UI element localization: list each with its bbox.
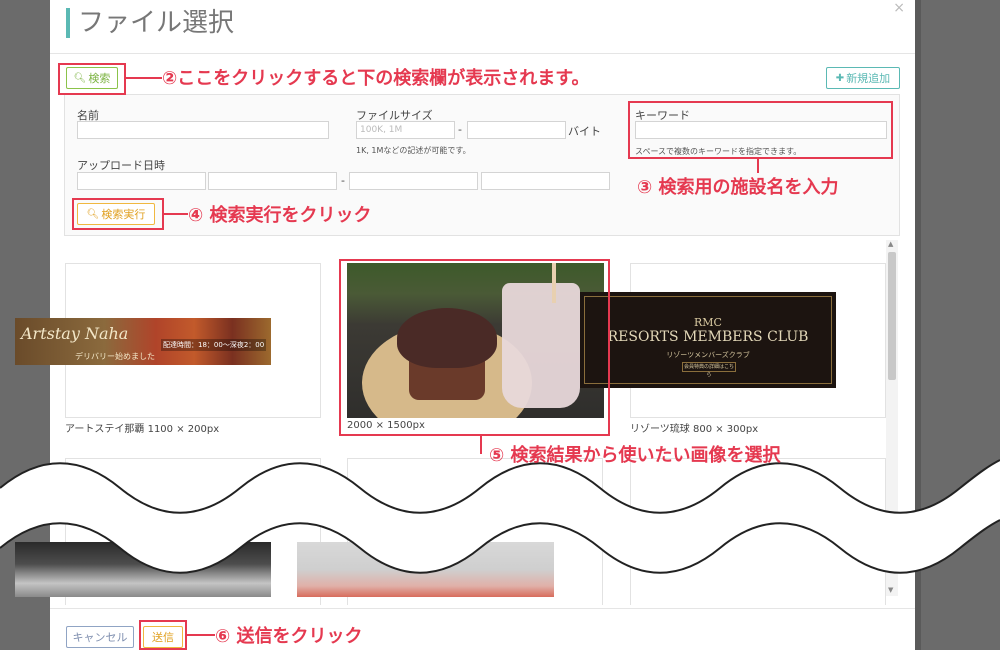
scroll-thumb[interactable]	[888, 252, 896, 380]
backdrop-right	[915, 0, 1000, 650]
result-thumbnail[interactable]	[297, 542, 554, 597]
artstay-sub: デリバリー始めました	[75, 352, 155, 361]
add-new-button[interactable]: ✚ 新規追加	[826, 67, 900, 89]
rmc-jp: リゾーツメンバーズクラブ	[666, 351, 750, 359]
annotation-box-send	[139, 620, 187, 650]
result-caption: ソ	[700, 506, 710, 517]
backdrop-edge	[915, 0, 921, 650]
upload-time-to-input[interactable]	[481, 172, 610, 190]
annotation-step-6: ⑥ 送信をクリック	[215, 626, 363, 647]
annotation-box-exec	[72, 198, 164, 230]
upload-date-from-input[interactable]	[77, 172, 206, 190]
filesize-note: 1K, 1Mなどの記述が可能です。	[356, 146, 471, 155]
result-caption: アートステイ那覇 1100 × 200px	[65, 424, 220, 435]
scroll-down-icon[interactable]: ▼	[888, 586, 893, 594]
upload-time-from-input[interactable]	[208, 172, 337, 190]
upload-date-label: アップロード日時	[77, 159, 165, 172]
artstay-brand: Artstay Naha	[21, 324, 129, 343]
artstay-banner[interactable]: Artstay Naha 配達時間：18：00〜深夜2：00 デリバリー始めまし…	[15, 318, 271, 365]
annotation-box-keyword	[628, 101, 893, 159]
upload-date-to-input[interactable]	[349, 172, 478, 190]
result-card[interactable]	[630, 458, 886, 605]
scroll-up-icon[interactable]: ▲	[888, 240, 893, 248]
annotation-step-3: ③ 検索用の施設名を入力	[637, 177, 839, 198]
filesize-unit: バイト	[568, 125, 601, 138]
name-input[interactable]	[77, 121, 329, 139]
result-caption: アートステ	[65, 506, 115, 517]
rmc-details: 会員特典の詳細はこちら	[682, 362, 736, 378]
rmc-banner[interactable]: RMC RESORTS MEMBERS CLUB リゾーツメンバーズクラブ 会員…	[580, 292, 836, 388]
result-thumbnail[interactable]	[15, 542, 271, 597]
modal-title-bar: ファイル選択	[66, 8, 234, 38]
annotation-step-2: ②ここをクリックすると下の検索欄が表示されます。	[162, 68, 590, 89]
rmc-logo: RMC	[694, 316, 722, 329]
filesize-max-input[interactable]	[467, 121, 566, 139]
annotation-box-result	[339, 259, 610, 436]
modal-title: ファイル選択	[78, 8, 235, 38]
rmc-club: RESORTS MEMBERS CLUB	[607, 329, 809, 345]
results-scrollbar[interactable]: ▲ ▼	[886, 240, 898, 596]
add-new-label: 新規追加	[846, 72, 891, 85]
result-caption: リ	[347, 506, 357, 517]
date-separator: -	[341, 174, 345, 187]
filesize-min-input[interactable]: 100K, 1M	[356, 121, 455, 139]
annotation-step-5: ⑤ 検索結果から使いたい画像を選択	[489, 445, 781, 466]
filesize-separator: -	[458, 123, 462, 136]
annotation-line	[164, 213, 188, 215]
annotation-line	[757, 159, 759, 173]
divider	[50, 608, 915, 609]
annotation-line	[187, 634, 215, 636]
divider	[50, 53, 915, 54]
annotation-line	[126, 77, 162, 79]
cancel-button[interactable]: キャンセル	[66, 626, 134, 648]
plus-icon: ✚	[835, 72, 845, 84]
result-caption: リゾーツ琉球 800 × 300px	[630, 424, 759, 435]
annotation-line	[480, 436, 482, 454]
annotation-box-search	[58, 63, 126, 95]
annotation-step-4: ④ 検索実行をクリック	[188, 205, 372, 226]
close-icon[interactable]: ×	[893, 0, 905, 16]
artstay-info: 配達時間：18：00〜深夜2：00	[161, 339, 267, 351]
